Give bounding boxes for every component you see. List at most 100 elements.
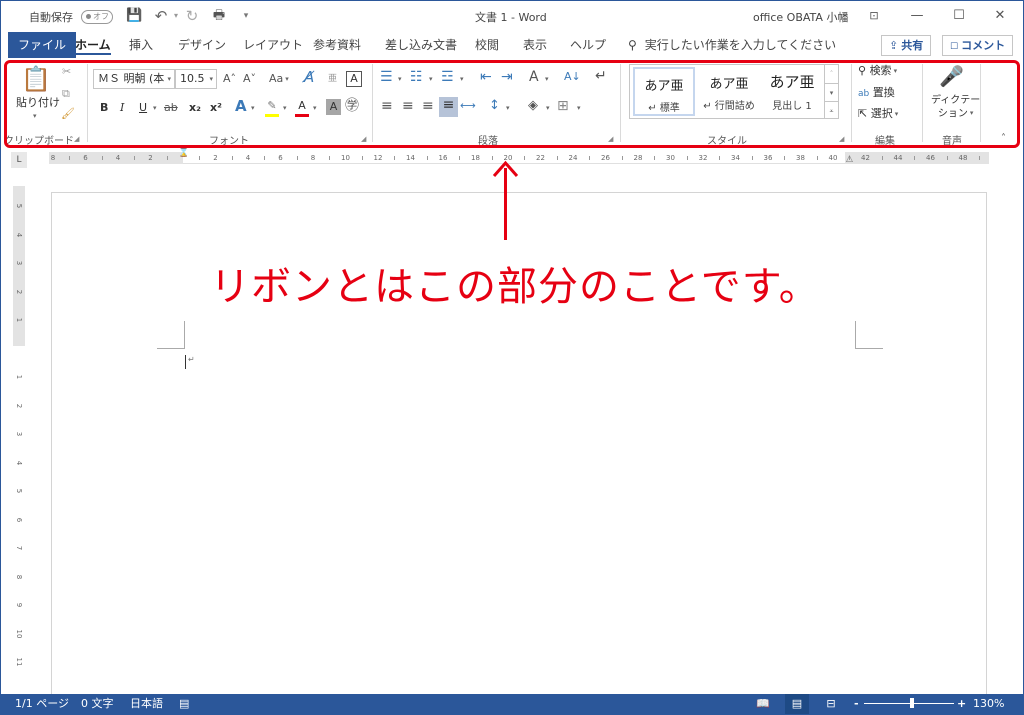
line-spacing-dropdown-icon[interactable]: ▾ <box>506 100 510 116</box>
undo-icon[interactable]: ↶ <box>153 8 169 24</box>
paste-button-label[interactable]: 貼り付け <box>16 95 60 111</box>
tab-references[interactable]: 参考資料 <box>307 32 367 58</box>
style-heading-1[interactable]: あア亜 見出し 1 <box>761 67 823 116</box>
tab-layout[interactable]: レイアウト <box>237 32 309 58</box>
styles-scroll-down-icon[interactable]: ▾ <box>824 83 838 101</box>
asian-layout-dropdown-icon[interactable]: ▾ <box>545 71 549 87</box>
tab-mailings[interactable]: 差し込み文書 <box>379 32 463 58</box>
change-case-button[interactable]: Aa ▾ <box>269 71 289 87</box>
font-color-icon[interactable]: A <box>295 98 309 117</box>
enclose-characters-icon[interactable]: ㊫ <box>345 98 359 114</box>
undo-dropdown-icon[interactable]: ▾ <box>168 8 184 24</box>
replace-button[interactable]: ab 置換 <box>858 85 895 102</box>
dictate-button[interactable]: ディクテー ション ▾ <box>931 94 980 121</box>
italic-button[interactable]: I <box>120 100 124 116</box>
zoom-slider[interactable] <box>864 698 954 708</box>
minimize-icon[interactable]: — <box>907 7 927 25</box>
vertical-ruler[interactable]: 5 4 3 2 1 1 2 3 4 5 6 7 8 9 10 11 <box>13 186 25 686</box>
proofing-icon[interactable]: ▤ <box>179 694 189 714</box>
style-no-spacing[interactable]: あア亜 ↵ 行間詰め <box>698 67 760 116</box>
tab-home[interactable]: ホーム <box>69 32 117 58</box>
language-indicator[interactable]: 日本語 <box>130 694 163 714</box>
strikethrough-button[interactable]: ab <box>164 100 178 116</box>
numbering-dropdown-icon[interactable]: ▾ <box>429 71 433 87</box>
paste-dropdown-icon[interactable]: ▾ <box>33 108 37 124</box>
shrink-font-icon[interactable]: A˅ <box>243 71 256 87</box>
user-name[interactable]: office OBATA 小幡 <box>753 9 848 25</box>
numbering-icon[interactable]: ☷ <box>410 69 423 85</box>
superscript-button[interactable]: x² <box>210 100 222 116</box>
character-shading-icon[interactable]: A <box>326 99 341 115</box>
select-button[interactable]: ⇱ 選択 ▾ <box>858 106 898 122</box>
tab-view[interactable]: 表示 <box>517 32 553 58</box>
zoom-in-button[interactable]: + <box>957 694 966 714</box>
subscript-button[interactable]: x₂ <box>189 100 201 116</box>
asian-layout-icon[interactable]: A <box>529 69 539 85</box>
align-center-icon[interactable]: ≡ <box>402 98 414 114</box>
customize-qat-icon[interactable]: ▾ <box>238 8 254 24</box>
line-spacing-icon[interactable]: ↕ <box>489 98 500 114</box>
paragraph-launcher-icon[interactable]: ◢ <box>608 135 613 143</box>
multilevel-list-icon[interactable]: ☲ <box>441 69 454 85</box>
autosave-toggle[interactable]: オフ <box>81 10 113 24</box>
tab-file[interactable]: ファイル <box>8 32 77 58</box>
text-effects-icon[interactable]: A <box>235 98 247 114</box>
decrease-indent-icon[interactable]: ⇤ <box>480 69 492 85</box>
distributed-icon[interactable]: ⟷ <box>460 98 476 114</box>
zoom-level[interactable]: 130% <box>973 694 1004 714</box>
underline-dropdown-icon[interactable]: ▾ <box>153 100 157 116</box>
word-count[interactable]: 0 文字 <box>81 694 114 714</box>
tab-review[interactable]: 校閲 <box>469 32 505 58</box>
clipboard-launcher-icon[interactable]: ◢ <box>74 135 79 143</box>
clear-formatting-icon[interactable]: A̸ <box>304 69 314 85</box>
zoom-slider-thumb[interactable] <box>910 698 915 708</box>
grow-font-icon[interactable]: A˄ <box>223 71 236 87</box>
character-border-icon[interactable]: A <box>346 71 362 87</box>
web-layout-icon[interactable]: ⊟ <box>819 694 843 714</box>
redo-icon[interactable]: ↻ <box>184 8 200 24</box>
increase-indent-icon[interactable]: ⇥ <box>501 69 513 85</box>
microphone-icon[interactable]: 🎤 <box>939 61 964 91</box>
borders-icon[interactable]: ⊞ <box>557 98 569 114</box>
highlight-color-icon[interactable]: ✎ <box>265 98 279 117</box>
maximize-icon[interactable]: ☐ <box>949 7 969 25</box>
text-effects-dropdown-icon[interactable]: ▾ <box>251 100 255 116</box>
tell-me-box[interactable]: ⚲ 実行したい作業を入力してください <box>628 32 836 58</box>
find-button[interactable]: ⚲ 検索 ▾ <box>858 63 897 79</box>
style-normal[interactable]: あア亜 ↵ 標準 <box>633 67 695 116</box>
collapse-ribbon-icon[interactable]: ˄ <box>1001 131 1006 147</box>
align-left-icon[interactable]: ≡ <box>381 98 393 114</box>
borders-dropdown-icon[interactable]: ▾ <box>577 100 581 116</box>
highlight-dropdown-icon[interactable]: ▾ <box>283 100 287 116</box>
multilevel-dropdown-icon[interactable]: ▾ <box>460 71 464 87</box>
cut-icon[interactable]: ✂ <box>62 64 71 80</box>
format-painter-icon[interactable]: 🖌 <box>61 106 75 122</box>
save-icon[interactable]: 💾 <box>126 8 142 24</box>
sort-icon[interactable]: A↓ <box>564 69 581 85</box>
justify-icon[interactable]: ≡ <box>439 97 458 117</box>
read-mode-icon[interactable]: 📖 <box>751 694 775 714</box>
tab-design[interactable]: デザイン <box>172 32 232 58</box>
tab-help[interactable]: ヘルプ <box>564 32 612 58</box>
shading-icon[interactable]: ◈ <box>528 98 538 114</box>
print-layout-icon[interactable]: ▤ <box>785 694 809 714</box>
share-button[interactable]: ⇪ 共有 <box>881 35 932 56</box>
page-count[interactable]: 1/1 ページ <box>15 694 69 714</box>
font-launcher-icon[interactable]: ◢ <box>361 135 366 143</box>
copy-icon[interactable]: ⧉ <box>62 86 70 102</box>
shading-dropdown-icon[interactable]: ▾ <box>546 100 550 116</box>
font-name-combo[interactable]: ＭＳ 明朝 (本 ▾ <box>93 69 175 89</box>
comments-button[interactable]: ☐ コメント <box>942 35 1014 56</box>
tab-insert[interactable]: 挿入 <box>123 32 159 58</box>
underline-button[interactable]: U <box>139 100 147 116</box>
ribbon-display-options-icon[interactable]: ⊡ <box>864 7 884 25</box>
styles-scroll-up-icon[interactable]: ˄ <box>824 65 838 83</box>
zoom-out-button[interactable]: - <box>854 694 859 714</box>
styles-more-icon[interactable]: ⩡ <box>824 101 838 119</box>
first-line-indent-marker[interactable]: ⌛ <box>178 148 189 158</box>
close-icon[interactable]: ✕ <box>990 7 1010 25</box>
show-formatting-marks-icon[interactable]: ↵ <box>595 68 607 84</box>
font-size-combo[interactable]: 10.5 ▾ <box>175 69 217 89</box>
right-indent-marker[interactable]: △ <box>846 154 853 164</box>
align-right-icon[interactable]: ≡ <box>422 98 434 114</box>
